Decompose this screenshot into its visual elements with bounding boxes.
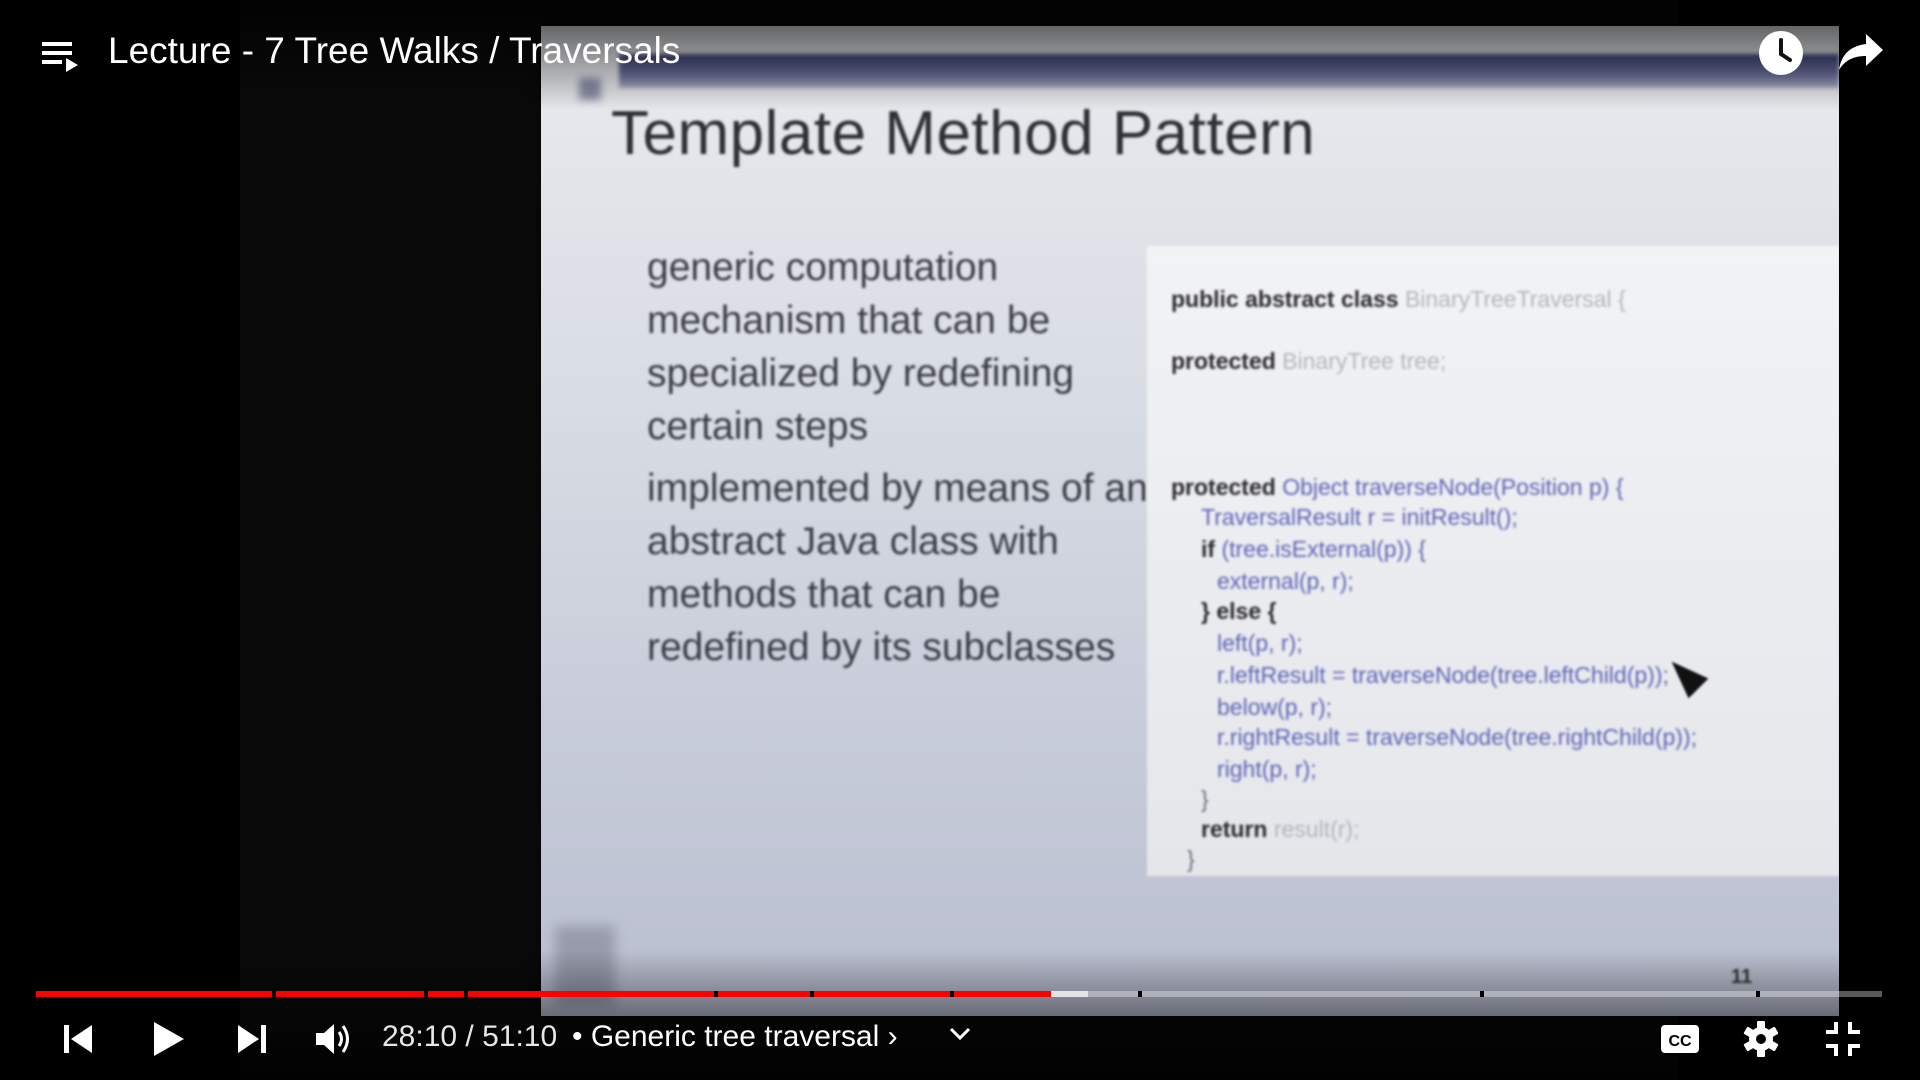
duration: 51:10 — [482, 1020, 558, 1053]
code-method-sig: protected Object traverseNode(Position p… — [1171, 474, 1624, 500]
chapter-chevron: › — [887, 1020, 898, 1053]
exit-fullscreen-icon[interactable] — [1824, 1020, 1862, 1063]
chapter-gap — [810, 991, 814, 997]
bullet-1: generic computation mechanism that can b… — [647, 246, 1075, 448]
video-title[interactable]: Lecture - 7 Tree Walks / Traversals — [108, 30, 680, 72]
skip-next-icon[interactable] — [236, 1022, 268, 1061]
cc-icon[interactable]: CC — [1660, 1022, 1700, 1061]
chapter-gap — [714, 991, 718, 997]
play-icon[interactable] — [150, 1020, 186, 1063]
progress-played — [36, 991, 1051, 997]
code-line-if: if (tree.isExternal(p)) { — [1201, 536, 1426, 562]
chapter-gap — [950, 991, 954, 997]
player-controls — [0, 950, 1920, 1080]
progress-bar[interactable] — [36, 991, 1882, 997]
chapter-title: • Generic tree traversal — [572, 1020, 880, 1053]
code-field: protected BinaryTree tree; — [1171, 348, 1447, 374]
share-icon[interactable] — [1838, 32, 1884, 74]
playlist-icon[interactable] — [40, 38, 80, 72]
chevron-down-icon[interactable] — [948, 1026, 972, 1047]
time-separator: / — [457, 1020, 483, 1053]
player-top-bar: Lecture - 7 Tree Walks / Traversals — [0, 0, 1920, 110]
code-line-right: right(p, r); — [1217, 756, 1317, 782]
chapter-gap — [1756, 991, 1760, 997]
code-line-else: } else { — [1201, 598, 1277, 624]
chapter-gap — [1480, 991, 1484, 997]
clock-icon[interactable] — [1758, 30, 1804, 76]
code-line-init: TraversalResult r = initResult(); — [1201, 504, 1518, 530]
slide-bullets: generic computation mechanism that can b… — [647, 241, 1157, 683]
svg-text:CC: CC — [1668, 1033, 1692, 1050]
time-display: 28:10 / 51:10 — [382, 1020, 557, 1054]
lecture-slide: Template Method Pattern generic computat… — [541, 26, 1839, 1016]
code-close-1: } — [1201, 786, 1209, 812]
code-line-below: below(p, r); — [1217, 694, 1333, 720]
volume-icon[interactable] — [314, 1020, 354, 1063]
chapter-button[interactable]: • Generic tree traversal › — [572, 1020, 898, 1054]
gear-icon[interactable] — [1742, 1020, 1780, 1063]
chapter-gap — [424, 991, 428, 997]
code-line-return: return result(r); — [1201, 816, 1360, 842]
skip-previous-icon[interactable] — [62, 1022, 94, 1061]
chapter-gap — [272, 991, 276, 997]
chapter-gap — [464, 991, 468, 997]
current-time: 28:10 — [382, 1020, 458, 1053]
code-line-external: external(p, r); — [1217, 568, 1354, 594]
video-frame[interactable]: Template Method Pattern generic computat… — [240, 0, 1839, 1080]
chapter-gap — [1138, 991, 1142, 997]
code-line-left: left(p, r); — [1217, 630, 1303, 656]
code-close-2: } — [1187, 846, 1195, 872]
code-line-leftres: r.leftResult = traverseNode(tree.leftChi… — [1217, 662, 1669, 688]
bullet-2: implemented by means of an abstract Java… — [647, 467, 1148, 669]
code-listing: public abstract class BinaryTreeTraversa… — [1147, 246, 1839, 876]
code-line-rightres: r.rightResult = traverseNode(tree.rightC… — [1217, 724, 1697, 750]
code-class-decl: public abstract class BinaryTreeTraversa… — [1171, 286, 1626, 312]
